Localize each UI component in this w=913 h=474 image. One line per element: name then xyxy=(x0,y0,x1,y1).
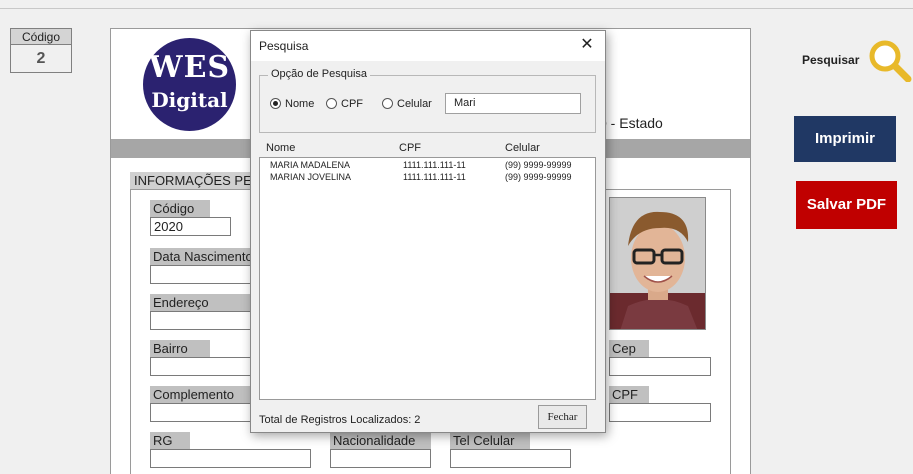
bairro-field[interactable] xyxy=(150,357,252,376)
profile-photo xyxy=(609,197,706,330)
row-nome: MARIA MADALENA xyxy=(270,160,351,170)
cep-field[interactable] xyxy=(609,357,711,376)
complemento-field[interactable] xyxy=(150,403,252,422)
cpf-field[interactable] xyxy=(609,403,711,422)
cpf-label: CPF xyxy=(609,386,649,403)
row-nome: MARIAN JOVELINA xyxy=(270,172,352,182)
bairro-label: Bairro xyxy=(150,340,210,357)
logo-line1: WES xyxy=(148,50,231,85)
list-item[interactable]: MARIA MADALENA 1111.111.111-11 (99) 9999… xyxy=(260,159,595,171)
rg-label: RG xyxy=(150,432,190,449)
logo-line2: Digital xyxy=(151,88,228,112)
radio-nome[interactable]: Nome xyxy=(270,98,314,111)
search-option-group-title: Opção de Pesquisa xyxy=(268,68,371,80)
total-records-text: Total de Registros Localizados: 2 xyxy=(259,414,421,426)
complemento-label: Complemento xyxy=(150,386,252,403)
column-header-celular: Celular xyxy=(505,142,540,154)
tel-celular-field[interactable] xyxy=(450,449,571,468)
codigo-field[interactable]: 2020 xyxy=(150,217,231,236)
results-listbox[interactable]: MARIA MADALENA 1111.111.111-11 (99) 9999… xyxy=(259,157,596,400)
nacionalidade-label: Nacionalidade xyxy=(330,432,431,449)
cep-label: Cep xyxy=(609,340,649,357)
tel-celular-label: Tel Celular xyxy=(450,432,530,449)
salvar-pdf-button[interactable]: Salvar PDF xyxy=(796,181,897,229)
radio-celular-indicator[interactable] xyxy=(382,98,393,109)
column-header-nome: Nome xyxy=(266,142,296,154)
section-title: INFORMAÇÕES PES xyxy=(130,172,260,189)
column-header-cpf: CPF xyxy=(399,142,421,154)
row-celular: (99) 9999-99999 xyxy=(505,160,572,170)
row-celular: (99) 9999-99999 xyxy=(505,172,572,182)
profile-photo-image xyxy=(610,198,705,329)
nacionalidade-field[interactable] xyxy=(330,449,431,468)
endereco-label: Endereço xyxy=(150,294,252,311)
code-box-label: Código xyxy=(11,29,71,45)
top-divider xyxy=(0,8,913,9)
radio-celular-label: Celular xyxy=(397,98,432,110)
list-item[interactable]: MARIAN JOVELINA 1111.111.111-11 (99) 999… xyxy=(260,171,595,183)
close-icon[interactable]: ✕ xyxy=(577,35,597,55)
radio-nome-label: Nome xyxy=(285,98,315,110)
search-option-group: Opção de Pesquisa Nome CPF Celular Mari xyxy=(259,68,596,133)
radio-cpf-indicator[interactable] xyxy=(326,98,337,109)
pesquisa-dialog: Pesquisa ✕ Opção de Pesquisa Nome CPF Ce… xyxy=(250,30,606,433)
search-input[interactable]: Mari xyxy=(445,93,581,114)
code-box: Código 2 xyxy=(10,28,72,73)
codigo-label: Código xyxy=(150,200,210,217)
wes-digital-logo: WES Digital xyxy=(143,38,236,131)
data-nascimento-label: Data Nascimento xyxy=(150,248,252,265)
row-cpf: 1111.111.111-11 xyxy=(403,160,466,170)
pesquisar-label[interactable]: Pesquisar xyxy=(802,53,859,67)
row-cpf: 1111.111.111-11 xyxy=(403,172,466,182)
fechar-button[interactable]: Fechar xyxy=(538,405,587,429)
rg-field[interactable] xyxy=(150,449,311,468)
radio-celular[interactable]: Celular xyxy=(382,98,432,111)
magnifier-icon[interactable] xyxy=(866,38,912,83)
radio-cpf[interactable]: CPF xyxy=(326,98,363,111)
imprimir-button[interactable]: Imprimir xyxy=(794,116,896,162)
code-box-value: 2 xyxy=(36,50,46,67)
header-estado-text: 0 - Estado xyxy=(599,115,663,131)
data-nascimento-field[interactable] xyxy=(150,265,252,284)
radio-cpf-label: CPF xyxy=(341,98,363,110)
dialog-title: Pesquisa xyxy=(251,31,605,61)
endereco-field[interactable] xyxy=(150,311,252,330)
radio-nome-indicator[interactable] xyxy=(270,98,281,109)
